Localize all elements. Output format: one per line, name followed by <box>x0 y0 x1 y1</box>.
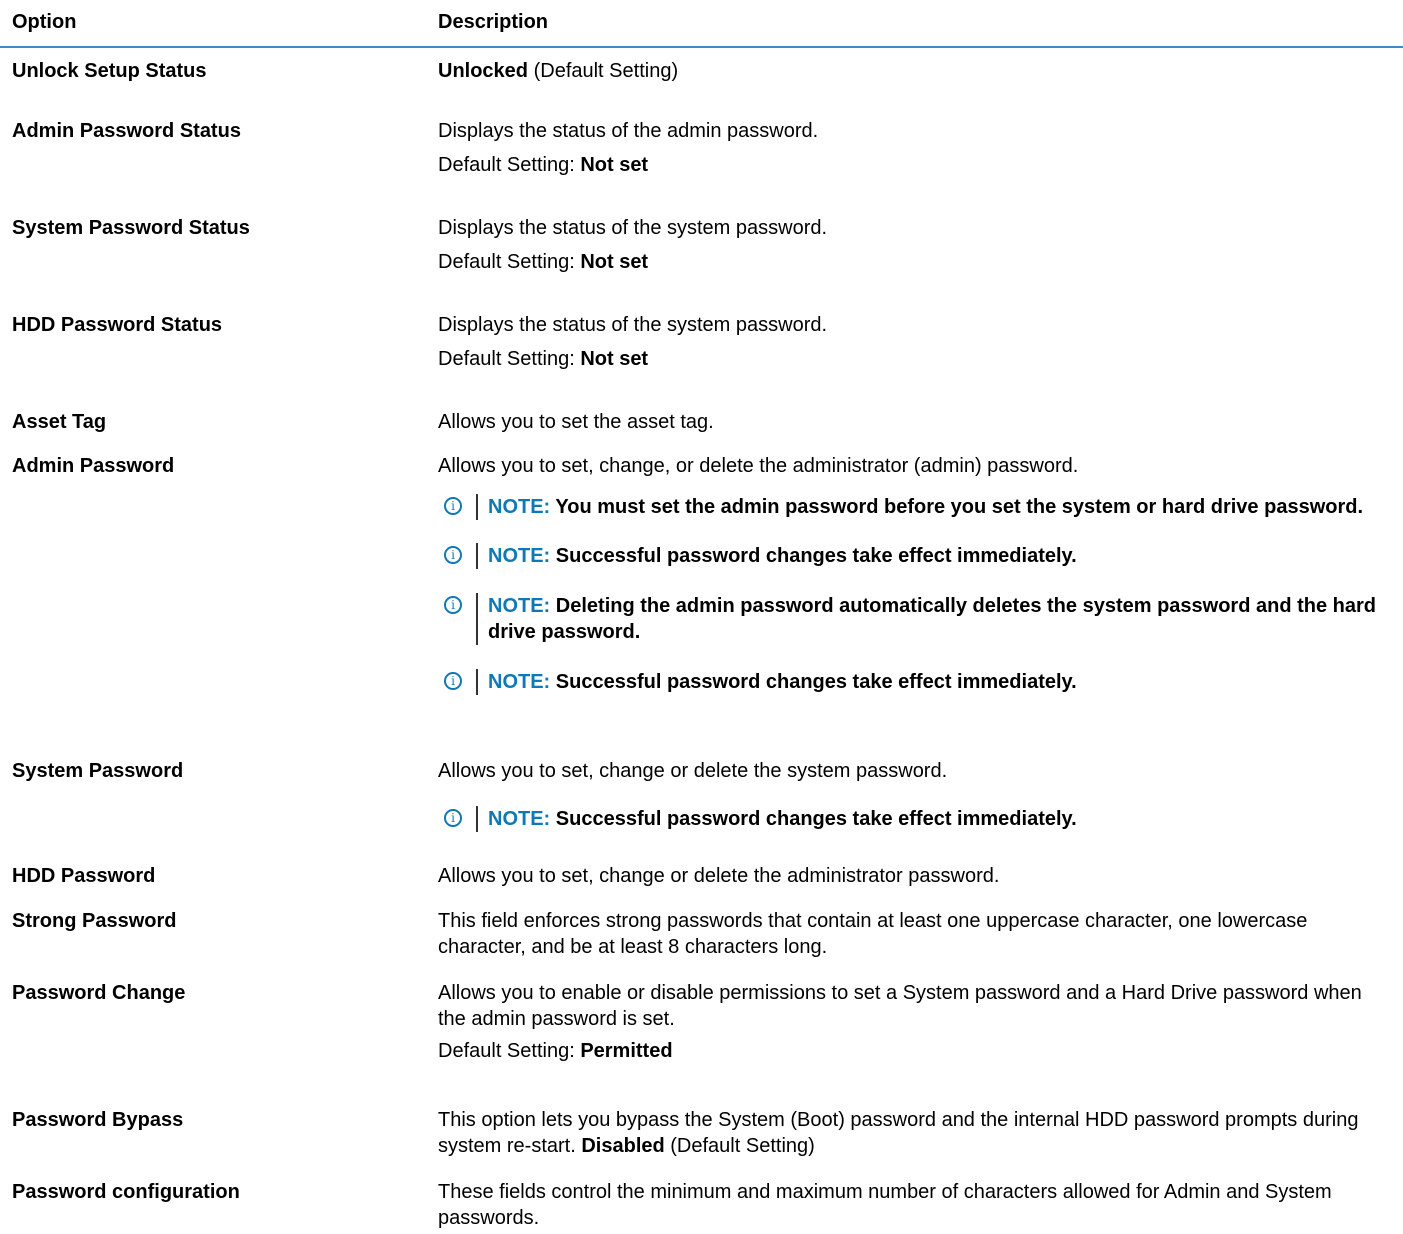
option-description: Displays the status of the system passwo… <box>438 215 1388 275</box>
table-header: Option Description <box>0 0 1403 48</box>
note-text: You must set the admin password before y… <box>555 496 1364 518</box>
info-circle-icon: i <box>444 672 462 690</box>
default-setting: Default Setting: Not set <box>438 249 1388 275</box>
option-description: This option lets you bypass the System (… <box>438 1107 1388 1159</box>
note-label: NOTE: <box>488 808 551 830</box>
option-description: Allows you to set the asset tag. <box>438 409 1388 435</box>
option-label: Asset Tag <box>12 411 107 433</box>
note-text: Successful password changes take effect … <box>555 671 1077 693</box>
options-table: Option Description Unlock Setup Status U… <box>0 0 1403 1229</box>
default-label: Default Setting: <box>438 154 581 176</box>
description-text: Allows you to set, change or delete the … <box>438 760 948 782</box>
option-description: Displays the status of the system passwo… <box>438 312 1388 372</box>
note-text: Successful password changes take effect … <box>555 808 1077 830</box>
option-description: Displays the status of the admin passwor… <box>438 118 1388 178</box>
default-label: Default Setting: <box>438 348 581 370</box>
note: i NOTE: Successful password changes take… <box>438 806 1388 832</box>
note: i NOTE: Successful password changes take… <box>438 669 1388 695</box>
description-text: Allows you to set, change or delete the … <box>438 865 1000 887</box>
info-circle-icon: i <box>444 809 462 827</box>
option-description: Allows you to set, change or delete the … <box>438 758 1388 832</box>
note-label: NOTE: <box>488 595 551 617</box>
option-label: HDD Password Status <box>12 314 223 336</box>
description-text: This field enforces strong passwords tha… <box>438 910 1308 958</box>
description-text: Displays the status of the admin passwor… <box>438 120 819 142</box>
info-circle-icon: i <box>444 596 462 614</box>
default-setting: Default Setting: Not set <box>438 152 1388 178</box>
header-option: Option <box>12 11 77 33</box>
option-label: Strong Password <box>12 910 177 932</box>
note: i NOTE: Successful password changes take… <box>438 543 1388 569</box>
option-label: Password configuration <box>12 1181 240 1203</box>
default-value: Not set <box>580 348 649 370</box>
default-setting: Default Setting: Permitted <box>438 1038 1388 1064</box>
note: i NOTE: Deleting the admin password auto… <box>438 593 1388 645</box>
description-text: Allows you to set the asset tag. <box>438 411 714 433</box>
default-label: Default Setting: <box>438 251 581 273</box>
description-text: Displays the status of the system passwo… <box>438 217 828 239</box>
value-rest: (Default Setting) <box>528 60 679 82</box>
option-label: Password Bypass <box>12 1109 184 1131</box>
note-label: NOTE: <box>488 545 551 567</box>
option-description: Allows you to set, change or delete the … <box>438 863 1388 889</box>
option-description: This field enforces strong passwords tha… <box>438 908 1388 960</box>
option-label: Admin Password <box>12 455 175 477</box>
option-label: Password Change <box>12 982 186 1004</box>
note-text: Successful password changes take effect … <box>555 545 1077 567</box>
default-setting: Default Setting: Not set <box>438 346 1388 372</box>
option-label: Admin Password Status <box>12 120 241 142</box>
note-text: Deleting the admin password automaticall… <box>488 595 1376 643</box>
info-circle-icon: i <box>444 497 462 515</box>
description-text: These fields control the minimum and max… <box>438 1181 1332 1229</box>
note: i NOTE: You must set the admin password … <box>438 494 1388 520</box>
description-text: Allows you to set, change, or delete the… <box>438 455 1079 477</box>
note-label: NOTE: <box>488 496 551 518</box>
note-label: NOTE: <box>488 671 551 693</box>
option-description: These fields control the minimum and max… <box>438 1179 1388 1231</box>
description-text: This option lets you bypass the System (… <box>438 1109 1359 1157</box>
value-rest: (Default Setting) <box>664 1135 815 1157</box>
option-label: System Password <box>12 760 184 782</box>
header-description: Description <box>438 11 549 33</box>
option-label: HDD Password <box>12 865 156 887</box>
option-label: System Password Status <box>12 217 250 239</box>
option-description: Allows you to enable or disable permissi… <box>438 980 1388 1064</box>
option-description: Unlocked (Default Setting) <box>438 58 1388 84</box>
description-text: Displays the status of the system passwo… <box>438 314 828 336</box>
default-label: Default Setting: <box>438 1040 581 1062</box>
option-label: Unlock Setup Status <box>12 60 207 82</box>
option-description: Allows you to set, change, or delete the… <box>438 453 1388 695</box>
default-value: Permitted <box>580 1040 673 1062</box>
info-circle-icon: i <box>444 546 462 564</box>
default-value: Not set <box>580 251 649 273</box>
default-value: Not set <box>580 154 649 176</box>
value-bold: Disabled <box>581 1135 665 1157</box>
description-text: Allows you to enable or disable permissi… <box>438 982 1362 1030</box>
value-bold: Unlocked <box>438 60 529 82</box>
